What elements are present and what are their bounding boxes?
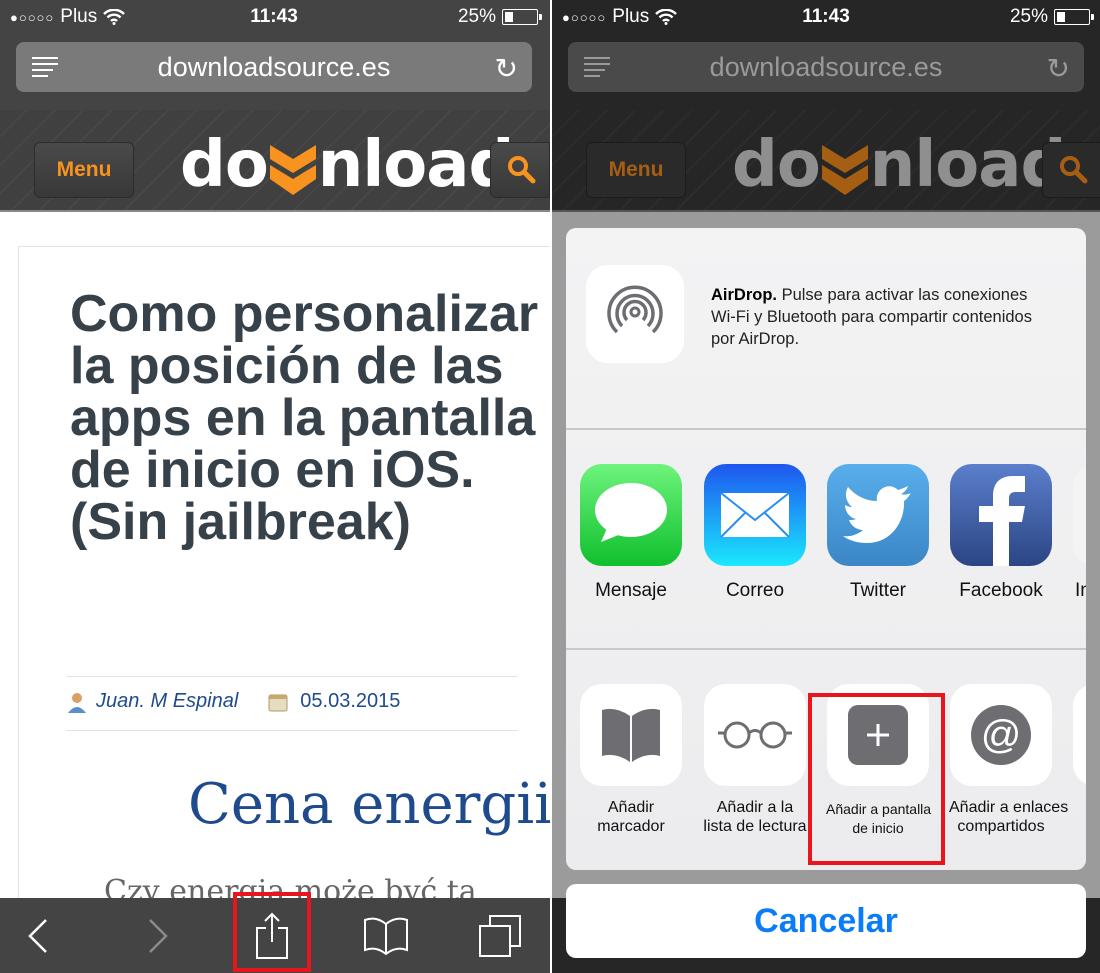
partial-app-icon: [1073, 464, 1086, 566]
site-header-dimmed: Menu do nload: [552, 110, 1100, 212]
article-heading: Cena energii: [188, 772, 550, 837]
logo-prefix: do: [732, 128, 821, 202]
airdrop-icon[interactable]: [586, 265, 684, 363]
share-app-twitter[interactable]: Twitter: [826, 464, 930, 602]
bookmarks-button[interactable]: [358, 908, 414, 964]
article-date: 05.03.2015: [300, 690, 401, 712]
mail-icon: [704, 464, 806, 566]
logo-suffix: nload: [317, 128, 514, 202]
action-label: Añadir a la lista de lectura: [703, 799, 807, 835]
article-area: Como personalizar la posición de las app…: [0, 212, 550, 946]
battery-percent: 25%: [457, 6, 496, 27]
site-header: Menu do nload: [0, 110, 550, 212]
divider: [66, 730, 518, 731]
shared-links-icon: @: [950, 684, 1052, 786]
right-screen-share-sheet: ●○○○○ Plus 11:43 25% downloadsource.es ↻…: [550, 0, 1100, 973]
action-add-bookmark[interactable]: Añadir marcador: [579, 684, 683, 836]
messages-icon: [580, 464, 682, 566]
author-link[interactable]: Juan. M Espinal: [96, 690, 238, 713]
airdrop-section[interactable]: AirDrop. Pulse para activar las conexion…: [566, 228, 1086, 430]
battery-percent: 25%: [1009, 6, 1048, 27]
app-label: Twitter: [850, 580, 906, 601]
share-app-facebook[interactable]: Facebook: [949, 464, 1053, 602]
download-chevron-icon: [268, 135, 318, 195]
app-label: Correo: [725, 580, 785, 601]
action-add-shared-links[interactable]: @ Añadir a enlaces compartidos: [949, 684, 1069, 836]
address-bar[interactable]: downloadsource.es ↻: [16, 42, 532, 92]
facebook-icon: [950, 464, 1052, 566]
battery-icon: [502, 9, 542, 25]
status-bar: ●○○○○ Plus 11:43 25%: [562, 6, 1094, 30]
bookmarks-icon: [364, 917, 408, 956]
author-icon: [68, 692, 86, 713]
url-text[interactable]: downloadsource.es: [16, 52, 532, 83]
action-add-reading-list[interactable]: Añadir a la lista de lectura: [703, 684, 807, 836]
share-app-messages[interactable]: Mensaje: [579, 464, 683, 602]
left-screen-safari: ●○○○○ Plus 11:43 25% downloadsource.es ↻…: [0, 0, 550, 973]
app-label: Facebook: [959, 580, 1043, 601]
airdrop-description: AirDrop. Pulse para activar las conexion…: [711, 284, 1051, 350]
chevron-left-icon: [28, 919, 47, 953]
forward-button[interactable]: [130, 908, 186, 964]
action-label: Añadir marcador: [597, 799, 665, 835]
site-logo: do nload: [732, 128, 1066, 202]
airdrop-title: AirDrop.: [711, 286, 777, 304]
search-icon: [508, 156, 536, 184]
reading-list-icon: [704, 684, 806, 786]
bookmark-icon: [580, 684, 682, 786]
tabs-button[interactable]: [472, 908, 528, 964]
download-chevron-icon: [820, 135, 870, 195]
site-logo[interactable]: do nload: [180, 128, 514, 202]
share-app-partial[interactable]: In: [1073, 464, 1086, 602]
site-search-button[interactable]: [490, 142, 550, 198]
status-bar: ●○○○○ Plus 11:43 25%: [10, 6, 542, 30]
chevron-right-icon: [149, 919, 168, 953]
add-to-home-highlight: [808, 693, 945, 865]
site-menu-button[interactable]: Menu: [34, 142, 134, 198]
action-label: Añadir a enlaces compartidos: [949, 799, 1069, 835]
share-apps-row[interactable]: Mensaje Correo Twitter Facebook I: [566, 432, 1086, 650]
battery-status: 25%: [1009, 6, 1094, 28]
share-button-highlight: [233, 892, 311, 972]
reload-icon[interactable]: ↻: [495, 52, 518, 85]
back-button[interactable]: [10, 908, 66, 964]
logo-suffix: nload: [869, 128, 1066, 202]
search-icon: [1060, 156, 1088, 184]
url-text: downloadsource.es: [709, 52, 943, 82]
app-label: Mensaje: [595, 580, 667, 601]
twitter-icon: [827, 464, 929, 566]
battery-status: 25%: [457, 6, 542, 28]
site-search-button: [1042, 142, 1100, 198]
divider: [66, 676, 518, 677]
cancel-button[interactable]: Cancelar: [566, 884, 1086, 958]
calendar-icon: [268, 694, 288, 711]
reload-icon: ↻: [1046, 53, 1070, 84]
tabs-icon: [479, 915, 521, 957]
share-app-mail[interactable]: Correo: [703, 464, 807, 602]
app-label: In: [1075, 580, 1086, 601]
site-menu-button: Menu: [586, 142, 686, 198]
browser-chrome: ●○○○○ Plus 11:43 25% downloadsource.es ↻: [0, 0, 550, 110]
partial-action-icon: [1073, 684, 1086, 786]
battery-icon: [1054, 9, 1094, 25]
address-bar: downloadsource.es ↻: [568, 42, 1084, 92]
action-partial[interactable]: [1073, 684, 1086, 786]
browser-chrome: ●○○○○ Plus 11:43 25% downloadsource.es ↻: [552, 0, 1100, 110]
article-title[interactable]: Como personalizar la posición de las app…: [70, 288, 540, 548]
article-meta: Juan. M Espinal 05.03.2015: [66, 690, 400, 713]
logo-prefix: do: [180, 128, 269, 202]
